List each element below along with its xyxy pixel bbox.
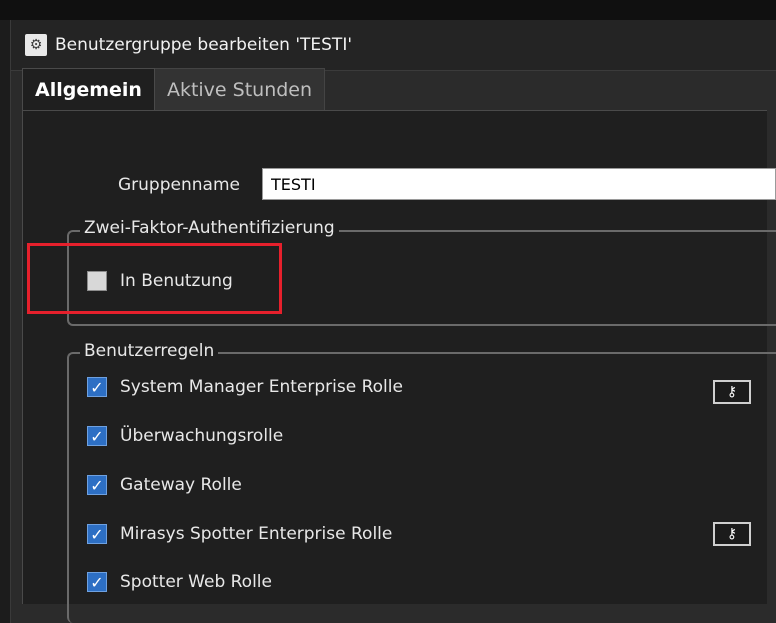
gear-icon: ⚙ [25, 34, 47, 56]
tab-aktive-stunden[interactable]: Aktive Stunden [154, 68, 326, 110]
group-name-label: Gruppenname [118, 175, 240, 195]
rule-checkbox-gateway[interactable]: ✓ [87, 475, 107, 495]
rule-label-gateway: Gateway Rolle [120, 475, 242, 495]
two-factor-legend: Zwei-Faktor-Authentifizierung [80, 218, 339, 238]
rule-checkbox-spotter-web[interactable]: ✓ [87, 572, 107, 592]
rule-checkbox-mirasys-spotter[interactable]: ✓ [87, 524, 107, 544]
rule-label-mirasys-spotter: Mirasys Spotter Enterprise Rolle [120, 524, 393, 544]
title-bar: ⚙ Benutzergruppe bearbeiten 'TESTI' [11, 20, 776, 71]
rule-checkbox-ueberwachung[interactable]: ✓ [87, 426, 107, 446]
rule-checkbox-system-manager[interactable]: ✓ [87, 377, 107, 397]
user-rules-legend: Benutzerregeln [80, 341, 219, 361]
rule-label-ueberwachung: Überwachungsrolle [120, 426, 284, 446]
top-bar [0, 0, 776, 20]
key-icon: ⚷ [726, 526, 738, 542]
tab-strip: Allgemein Aktive Stunden [22, 68, 326, 110]
tab-allgemein[interactable]: Allgemein [22, 68, 155, 110]
key-button-mirasys-spotter[interactable]: ⚷ [713, 522, 751, 546]
window-title: Benutzergruppe bearbeiten 'TESTI' [55, 35, 353, 55]
key-button-system-manager[interactable]: ⚷ [713, 380, 751, 404]
group-name-input[interactable] [262, 168, 776, 200]
key-icon: ⚷ [726, 384, 738, 400]
in-use-checkbox[interactable] [87, 271, 107, 291]
rule-label-spotter-web: Spotter Web Rolle [120, 572, 272, 592]
rule-label-system-manager: System Manager Enterprise Rolle [120, 377, 403, 397]
in-use-label: In Benutzung [120, 271, 233, 291]
